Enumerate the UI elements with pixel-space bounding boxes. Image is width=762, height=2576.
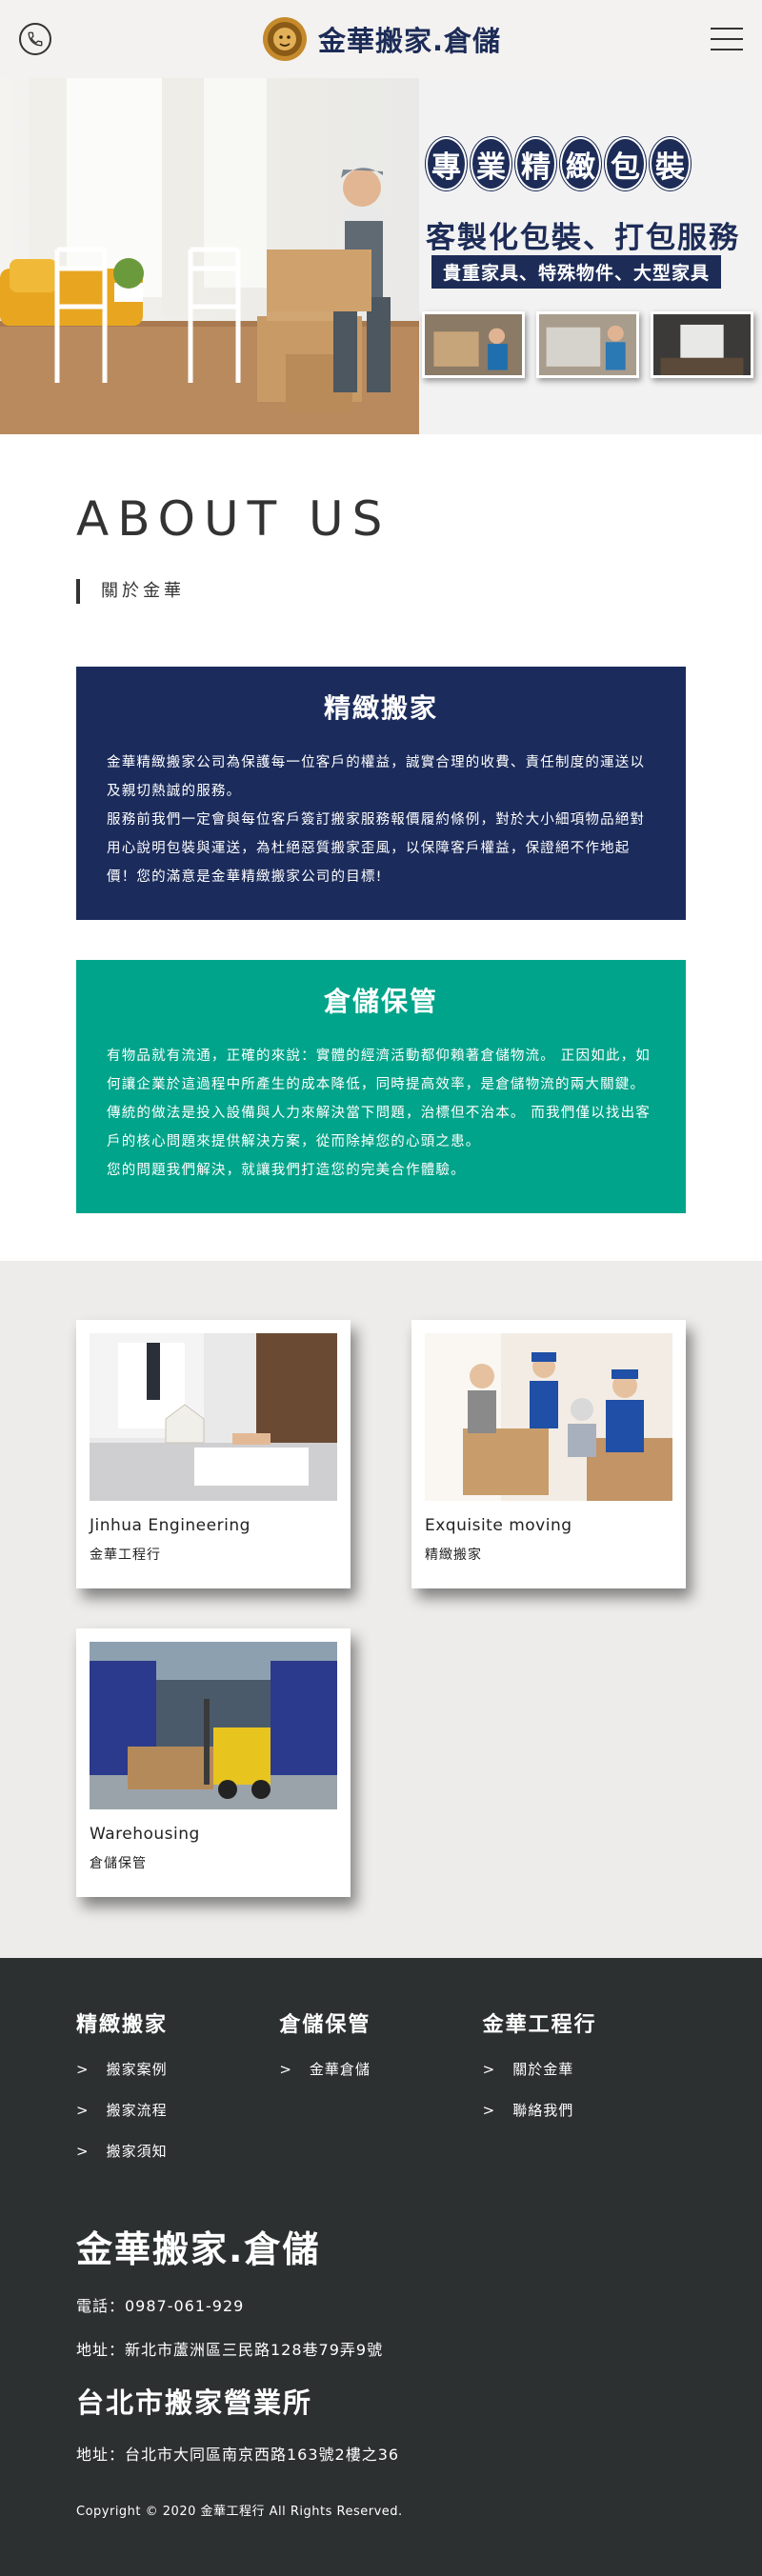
phone-icon: [28, 31, 43, 47]
hero-tagline: 貴重家具、特殊物件、大型家具: [431, 255, 722, 289]
warehouse-forklift-photo: [90, 1642, 337, 1809]
card-paragraph: 服務前我們一定會與每位客戶簽訂搬家服務報價履約條例，對於大小細項物品絕對用心說明…: [107, 812, 646, 885]
phone-button[interactable]: [19, 23, 51, 55]
brand-name: 金華搬家.倉儲: [317, 25, 502, 57]
footer-link-about[interactable]: > 關於金華: [483, 2059, 686, 2079]
footer-column-heading: 倉儲保管: [279, 2013, 371, 2037]
footer-link-warehouse[interactable]: > 金華倉儲: [279, 2059, 482, 2079]
footer-phone[interactable]: 電話：0987-061-929: [76, 2293, 686, 2316]
footer-address: 地址：新北市蘆洲區三民路128巷79弄9號: [76, 2341, 384, 2359]
service-title-zh: 金華工程行: [90, 1548, 161, 1563]
service-card-engineering[interactable]: Jinhua Engineering 金華工程行: [76, 1320, 351, 1588]
footer-link-contact[interactable]: > 聯絡我們: [483, 2100, 686, 2120]
card-heading: 倉儲保管: [323, 986, 438, 1017]
service-card-warehousing[interactable]: Warehousing 倉儲保管: [76, 1628, 351, 1897]
footer-link-process[interactable]: > 搬家流程: [76, 2100, 279, 2120]
site-header: 金華搬家.倉儲: [0, 0, 762, 78]
footer-column-moving: 精緻搬家 > 搬家案例 > 搬家流程 > 搬家須知: [76, 2007, 279, 2182]
service-card-moving[interactable]: Exquisite moving 精緻搬家: [411, 1320, 686, 1588]
services-section: Jinhua Engineering 金華工程行 Exquisite movin…: [0, 1261, 762, 1958]
lion-emblem-icon: [262, 17, 307, 61]
service-title-en: Warehousing: [90, 1825, 200, 1844]
footer-link-cases[interactable]: > 搬家案例: [76, 2059, 279, 2079]
about-section: ABOUT US 關於金華 精緻搬家 金華精緻搬家公司為保護每一位客戶的權益，誠…: [0, 434, 762, 1261]
service-title-en: Jinhua Engineering: [90, 1516, 251, 1535]
site-logo[interactable]: 金華搬家.倉儲: [261, 15, 501, 63]
about-subtitle: 關於金華: [76, 579, 686, 604]
hero-title: 專 業 精 緻 包 裝: [426, 137, 691, 190]
hero-photo-furniture: [651, 311, 753, 378]
about-title: ABOUT US: [76, 491, 391, 547]
hero-photo-packing: [422, 311, 525, 378]
hamburger-menu-button[interactable]: [711, 28, 743, 50]
footer-column-storage: 倉儲保管 > 金華倉儲: [279, 2007, 482, 2182]
hero-photo-wrapping: [536, 311, 639, 378]
card-paragraph: 金華精緻搬家公司為保護每一位客戶的權益，誠實合理的收費、責任制度的運送以及親切熱…: [107, 755, 646, 799]
footer-link-notice[interactable]: > 搬家須知: [76, 2141, 279, 2161]
footer-branch-title: 台北市搬家營業所: [76, 2386, 313, 2419]
footer-brand: 金華搬家.倉儲: [76, 2228, 321, 2270]
service-title-zh: 精緻搬家: [425, 1548, 482, 1563]
card-heading: 精緻搬家: [323, 692, 438, 724]
movers-team-photo: [425, 1333, 672, 1501]
card-paragraph: 您的問題我們解決，就讓我們打造您的完美合作體驗。: [107, 1163, 466, 1178]
footer-branch-address: 地址：台北市大同區南京西路163號2樓之36: [76, 2446, 400, 2464]
contract-signing-photo: [90, 1333, 337, 1501]
footer-copyright: Copyright © 2020 金華工程行 All Rights Reserv…: [76, 2505, 403, 2519]
moving-info-card: 精緻搬家 金華精緻搬家公司為保護每一位客戶的權益，誠實合理的收費、責任制度的運送…: [76, 667, 686, 920]
site-footer: 精緻搬家 > 搬家案例 > 搬家流程 > 搬家須知 倉儲保管 > 金華倉儲 金華工程行 …: [0, 1958, 762, 2576]
footer-column-heading: 金華工程行: [482, 2013, 597, 2037]
storage-info-card: 倉儲保管 有物品就有流通，正確的來說：實體的經濟活動都仰賴著倉儲物流。 正因如此…: [76, 960, 686, 1213]
card-paragraph: 有物品就有流通，正確的來說：實體的經濟活動都仰賴著倉儲物流。 正因如此，如何讓企…: [107, 1048, 652, 1149]
hero-subtitle: 客製化包裝、打包服務: [426, 221, 740, 255]
hamburger-menu-icon: [711, 28, 743, 30]
service-title-zh: 倉儲保管: [90, 1856, 147, 1871]
footer-column-company: 金華工程行 > 關於金華 > 聯絡我們: [483, 2007, 686, 2182]
hero-banner: 專 業 精 緻 包 裝 客製化包裝、打包服務 貴重家具、特殊物件、大型家具: [0, 78, 762, 434]
service-title-en: Exquisite moving: [425, 1516, 572, 1535]
footer-column-heading: 精緻搬家: [76, 2013, 169, 2037]
